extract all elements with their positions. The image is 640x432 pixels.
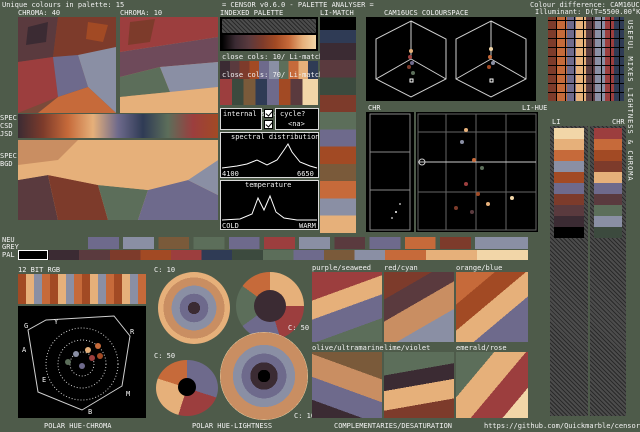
olive-ultramarine-swatch: [312, 352, 382, 418]
app-title: = CENSOR v0.6.0 - PALETTE ANALYSER =: [222, 1, 374, 9]
emerald-rose-swatch: [456, 352, 528, 418]
cam16ucs-label: CAM16UCS COLOURSPACE: [384, 9, 469, 17]
footer-polar-hue-lightness: POLAR HUE-LIGHTNESS: [192, 422, 273, 430]
indexed-palette-panel: [220, 17, 318, 51]
lightness-swatches: [554, 128, 584, 238]
footer-complementaries: COMPLEMENTARIES/DESATURATION: [334, 422, 453, 430]
emerald-rose-label: emerald/rose: [456, 344, 507, 352]
orange-blue-swatch: [456, 272, 528, 342]
c50b-label: C: 50: [154, 352, 176, 360]
spec2-label: SPEC: [0, 152, 17, 160]
similarity-checkbox[interactable]: [264, 120, 273, 129]
red-cyan-label: red/cyan: [384, 264, 418, 272]
internal-similarity-box: internal similarity: [220, 108, 303, 130]
purple-seaweed-swatch: [312, 272, 382, 342]
disc-c10-top: [158, 272, 230, 344]
chroma-swatches: [594, 128, 622, 238]
useful-mixes-grid: [548, 17, 624, 101]
li-hue-label: LI-HUE: [522, 104, 548, 112]
c10a-label: C: 10: [154, 266, 176, 274]
disc-c50-top-core: [254, 290, 286, 322]
chroma-40-label: CHROMA: 40: [18, 9, 61, 17]
c50a-label: C: 50: [288, 324, 310, 332]
jsd-label: JSD: [0, 130, 13, 138]
chroma-10-label: CHROMA: 10: [120, 9, 163, 17]
unique-colours-label: Unique colours in palette: 15: [2, 1, 125, 9]
pal-row: [18, 250, 528, 260]
chr-panel: [366, 112, 414, 232]
spec-label: SPEC: [0, 114, 17, 122]
spec-strip: [18, 114, 218, 138]
grey-label: GREY: [2, 243, 19, 251]
li-label: LI: [552, 118, 561, 126]
polar-hue-chroma-panel: G Y R E B M A: [18, 306, 146, 418]
illuminant-label: Illuminant: D(T=5500.00°K): [535, 8, 640, 16]
chroma-10-voronoi: [120, 17, 218, 113]
purple-seaweed-label: purple/seaweed: [312, 264, 372, 272]
disc-c50-bottom-core: [178, 378, 196, 396]
chr2-label: CHR: [612, 118, 625, 126]
close-cols-2-label: close cols: 70/ Li-match: [222, 71, 324, 79]
csd-label: CSD: [0, 122, 13, 130]
background-voronoi: [18, 140, 218, 220]
cycle-checkbox[interactable]: [264, 109, 273, 118]
pal-selection[interactable]: [18, 250, 48, 260]
li-match-label: LI-MATCH: [320, 9, 354, 17]
cam16ucs-panel: [366, 17, 536, 101]
close-cols-1-label: close cols: 10/ Li-match: [222, 53, 324, 61]
lime-violet-label: lime/violet: [384, 344, 431, 352]
li-hue-panel: [416, 112, 538, 232]
temperature-panel: temperature COLD WARM: [220, 180, 319, 230]
footer-url-link[interactable]: https://github.com/Quickmarble/censor: [484, 422, 640, 430]
orange-blue-label: orange/blue: [456, 264, 503, 272]
disc-c10-bottom: [220, 332, 308, 420]
bgd-label: BGD: [0, 160, 13, 168]
close-cols-2-grid: [220, 79, 318, 105]
chr-label: CHR: [368, 104, 381, 112]
neutral-grey-row: [88, 237, 528, 249]
olive-ultramarine-label: olive/ultramarine: [312, 344, 384, 352]
useful-mixes-side-label: USEFUL MIXES LIGHTNESS & CHROMA: [626, 20, 634, 182]
cycle-box: cycle? <na>: [275, 108, 319, 130]
li-match-strip: [320, 17, 356, 233]
pal-label: PAL: [2, 251, 15, 259]
indexed-palette-label: INDEXED PALETTE: [220, 9, 284, 17]
chroma-40-voronoi: [18, 17, 116, 113]
lime-violet-swatch: [384, 352, 454, 418]
spectral-distribution-panel: spectral distribution 4100 6650: [220, 132, 320, 178]
red-cyan-swatch: [384, 272, 454, 342]
rgb12-label: 12 BIT RGB: [18, 266, 61, 274]
footer-polar-hue-chroma: POLAR HUE-CHROMA: [44, 422, 112, 430]
rgb12-panel: [18, 274, 146, 304]
